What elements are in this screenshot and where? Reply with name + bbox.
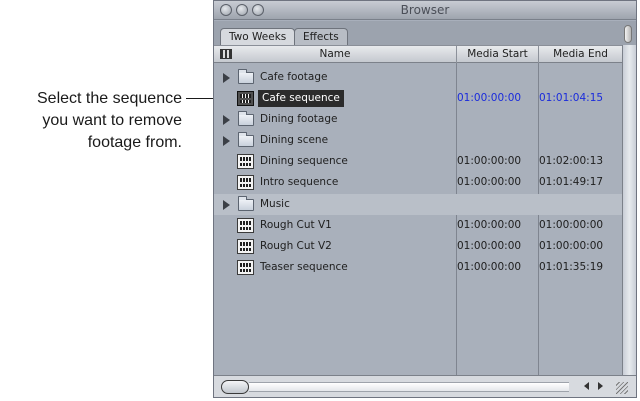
column-name-label: Name	[319, 48, 351, 60]
item-name: Intro sequence	[260, 176, 339, 188]
media-start: 01:00:00:00	[457, 219, 522, 231]
list-item[interactable]: Dining footage	[214, 109, 622, 130]
browser-list: Cafe footage Cafe sequence 01:00:00:00 0…	[214, 63, 622, 375]
folder-icon	[238, 69, 254, 84]
disclosure-triangle-icon[interactable]	[223, 115, 230, 125]
media-start: 01:00:00:00	[457, 240, 522, 252]
column-header-name[interactable]: Name	[214, 46, 457, 63]
scroll-right-icon[interactable]	[598, 382, 603, 390]
title-bar[interactable]: Browser	[214, 1, 636, 20]
list-item[interactable]: Dining sequence 01:00:00:00 01:02:00:13	[214, 151, 622, 172]
media-end: 01:01:49:17	[539, 176, 604, 188]
item-name: Dining footage	[260, 113, 338, 125]
column-header: Name Media Start Media End	[214, 45, 622, 63]
sequence-icon	[237, 91, 254, 106]
media-end: 01:01:04:15	[539, 92, 604, 104]
list-item[interactable]: Rough Cut V1 01:00:00:00 01:00:00:00	[214, 215, 622, 236]
scroll-thumb[interactable]	[221, 380, 249, 394]
list-item-selected[interactable]: Cafe sequence 01:00:00:00 01:01:04:15	[214, 88, 622, 109]
media-end: 01:02:00:13	[539, 155, 604, 167]
media-start: 01:00:00:00	[457, 155, 522, 167]
disclosure-triangle-icon[interactable]	[223, 73, 230, 83]
sequence-icon	[237, 260, 254, 275]
tab-bar: Two Weeks Effects	[214, 21, 636, 45]
browser-window: Browser Two Weeks Effects Name Media Sta…	[213, 0, 637, 398]
horizontal-scrollbar[interactable]	[214, 375, 636, 397]
media-start: 01:00:00:00	[457, 92, 522, 104]
media-end: 01:00:00:00	[539, 240, 604, 252]
column-header-media-end[interactable]: Media End	[539, 46, 622, 63]
tab-effects[interactable]: Effects	[294, 28, 348, 45]
sequence-icon	[237, 218, 254, 233]
list-item[interactable]: Intro sequence 01:00:00:00 01:01:49:17	[214, 172, 622, 193]
scroll-track[interactable]	[249, 382, 569, 392]
folder-icon	[238, 196, 254, 211]
resize-grip-icon[interactable]	[616, 382, 628, 394]
folder-icon	[238, 111, 254, 126]
scroll-left-icon[interactable]	[584, 382, 589, 390]
clapper-icon	[220, 49, 232, 59]
item-name: Music	[260, 198, 290, 210]
list-item[interactable]: Music	[214, 194, 622, 215]
list-item[interactable]: Rough Cut V2 01:00:00:00 01:00:00:00	[214, 236, 622, 257]
callout-line-2: you want to remove	[42, 112, 182, 129]
item-name: Dining scene	[260, 134, 329, 146]
media-start: 01:00:00:00	[457, 261, 522, 273]
item-name: Rough Cut V2	[260, 240, 332, 252]
toolbar-toggle-icon[interactable]	[624, 25, 632, 43]
sequence-icon	[237, 154, 254, 169]
callout-line-1: Select the sequence	[37, 90, 182, 107]
vertical-scrollbar[interactable]	[622, 45, 636, 375]
item-name: Rough Cut V1	[260, 219, 332, 231]
sequence-icon	[237, 239, 254, 254]
list-item[interactable]: Teaser sequence 01:00:00:00 01:01:35:19	[214, 257, 622, 278]
media-start: 01:00:00:00	[457, 176, 522, 188]
item-name: Dining sequence	[260, 155, 348, 167]
folder-icon	[238, 132, 254, 147]
disclosure-triangle-icon[interactable]	[223, 200, 230, 210]
disclosure-triangle-icon[interactable]	[223, 136, 230, 146]
sequence-icon	[237, 175, 254, 190]
instruction-callout: Select the sequence you want to remove f…	[0, 88, 182, 154]
item-name: Cafe footage	[260, 71, 328, 83]
media-end: 01:00:00:00	[539, 219, 604, 231]
media-end: 01:01:35:19	[539, 261, 604, 273]
window-title: Browser	[400, 3, 450, 17]
item-name: Teaser sequence	[260, 261, 348, 273]
item-name: Cafe sequence	[258, 90, 344, 107]
column-header-media-start[interactable]: Media Start	[457, 46, 539, 63]
list-item[interactable]: Cafe footage	[214, 67, 622, 88]
callout-line-3: footage from.	[87, 134, 182, 151]
tab-two-weeks[interactable]: Two Weeks	[220, 28, 296, 45]
list-item[interactable]: Dining scene	[214, 130, 622, 151]
